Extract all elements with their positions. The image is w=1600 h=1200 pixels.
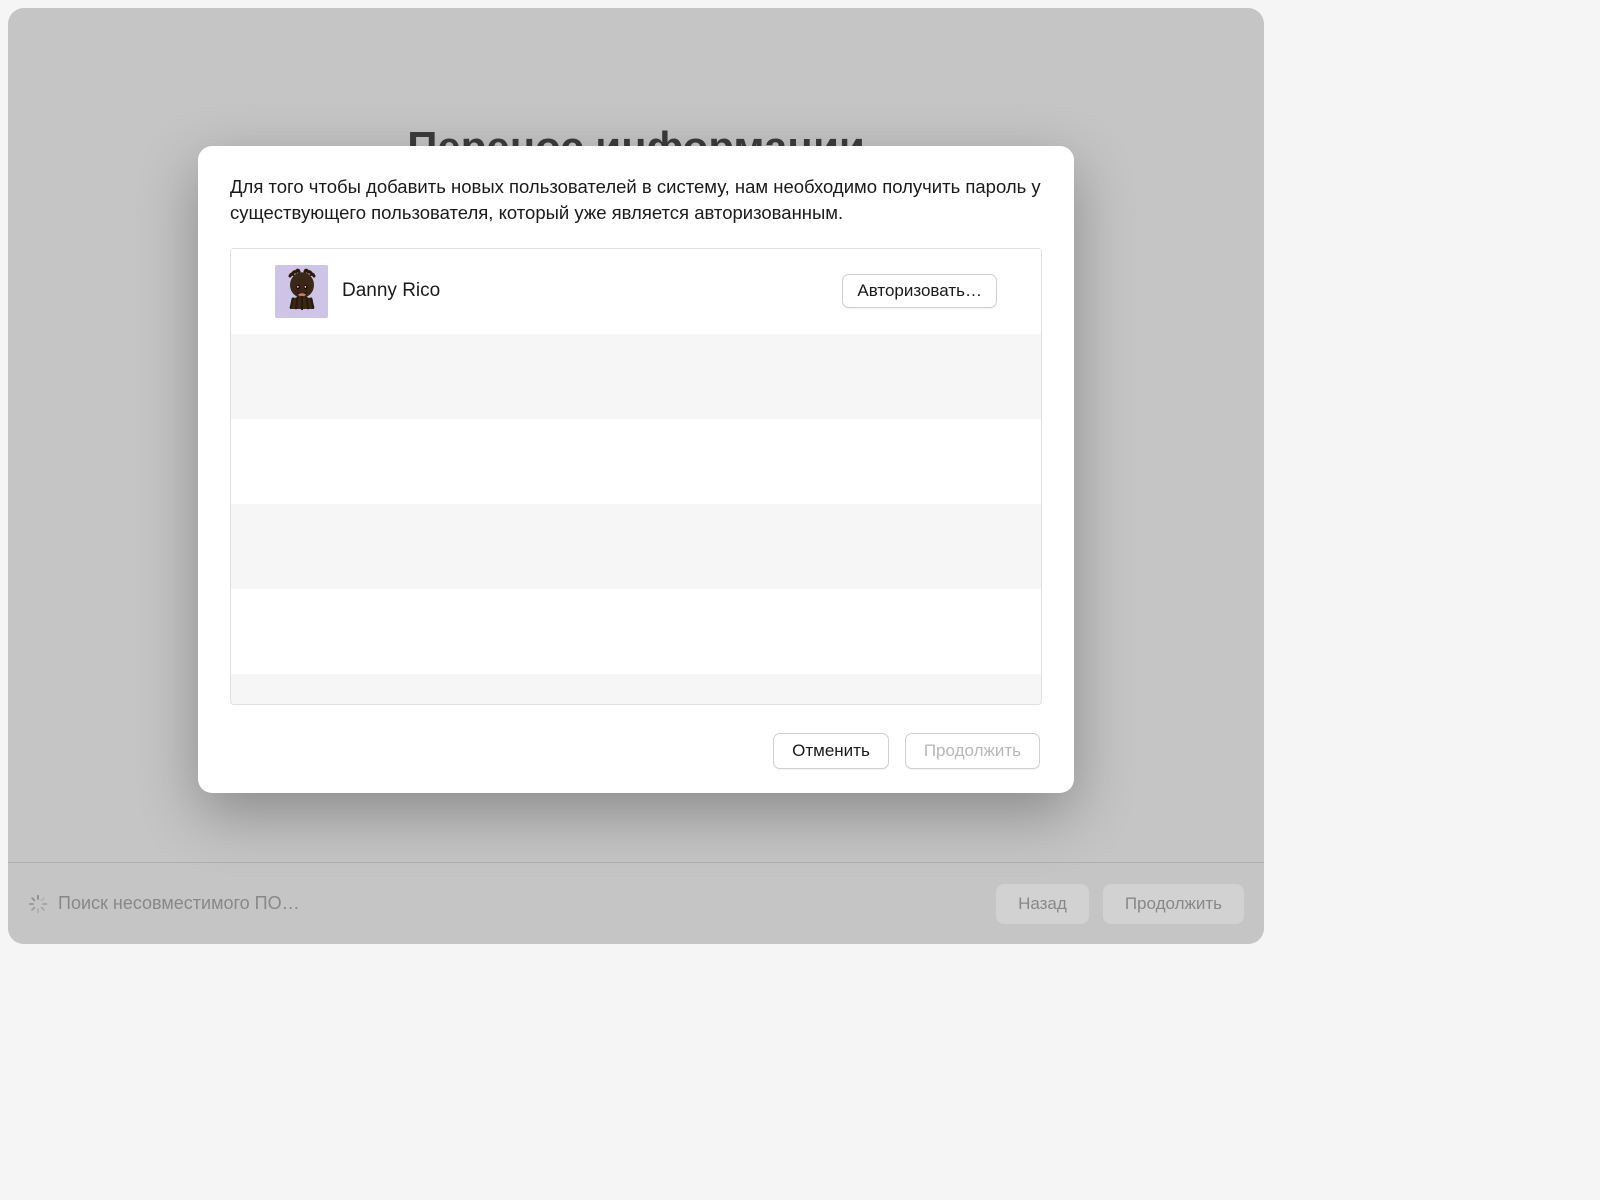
authorization-dialog: Для того чтобы добавить новых пользовате… — [198, 146, 1074, 793]
user-row: Danny Rico Авторизовать… — [231, 249, 1041, 334]
empty-row — [231, 589, 1041, 674]
empty-row — [231, 419, 1041, 504]
avatar — [275, 265, 328, 318]
migration-assistant-window: Перенос информации Поиск несовместимого … — [8, 8, 1264, 944]
status-text: Поиск несовместимого ПО… — [58, 893, 996, 914]
user-list: Danny Rico Авторизовать… — [230, 248, 1042, 705]
empty-row — [231, 504, 1041, 589]
back-button: Назад — [996, 884, 1089, 924]
user-name: Danny Rico — [342, 280, 842, 302]
continue-button: Продолжить — [1103, 884, 1244, 924]
dialog-buttons: Отменить Продолжить — [230, 733, 1042, 769]
spinner-icon — [28, 894, 48, 914]
bottom-bar: Поиск несовместимого ПО… Назад Продолжит… — [8, 862, 1264, 944]
empty-row — [231, 334, 1041, 419]
bottom-buttons: Назад Продолжить — [996, 884, 1244, 924]
empty-row — [231, 674, 1041, 704]
cancel-button[interactable]: Отменить — [773, 733, 889, 769]
dialog-description: Для того чтобы добавить новых пользовате… — [230, 174, 1042, 226]
authorize-button[interactable]: Авторизовать… — [842, 274, 997, 308]
dialog-continue-button: Продолжить — [905, 733, 1040, 769]
